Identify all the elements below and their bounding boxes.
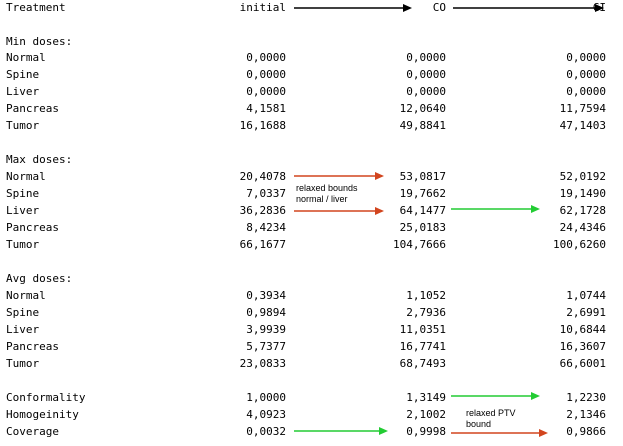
value-ci: 2,6991	[566, 306, 606, 319]
value-ci: 0,0000	[566, 51, 606, 64]
header-ci: CI	[592, 1, 606, 14]
value-initial: 23,0833	[239, 357, 286, 370]
row-label: Normal	[6, 170, 46, 183]
value-initial: 0,9894	[246, 306, 286, 319]
row-label: Tumor	[6, 357, 40, 370]
value-initial: 3,9939	[246, 323, 286, 336]
section-title: Min doses:	[6, 35, 73, 48]
header-co: CO	[432, 1, 446, 14]
annotation-relaxed-ptv: relaxed PTV bound	[466, 408, 516, 429]
value-initial: 7,0337	[246, 187, 286, 200]
value-ci: 11,7594	[559, 102, 606, 115]
value-co: 25,0183	[399, 221, 446, 234]
value-co: 2,1002	[406, 408, 446, 421]
value-co: 0,0000	[406, 85, 446, 98]
value-initial: 36,2836	[239, 204, 286, 217]
value-initial: 0,0000	[246, 68, 286, 81]
row-label: Spine	[6, 68, 40, 81]
value-ci: 2,1346	[566, 408, 606, 421]
value-co: 1,1052	[406, 289, 446, 302]
row-label: Liver	[6, 323, 40, 336]
row-label: Homogeinity	[6, 408, 79, 421]
value-ci: 10,6844	[559, 323, 606, 336]
value-ci: 1,2230	[566, 391, 606, 404]
row-label: Coverage	[6, 425, 59, 438]
value-ci: 1,0744	[566, 289, 606, 302]
value-ci: 0,0000	[566, 85, 606, 98]
value-initial: 16,1688	[239, 119, 286, 132]
value-ci: 66,6001	[559, 357, 606, 370]
row-label: Liver	[6, 85, 40, 98]
value-co: 12,0640	[399, 102, 446, 115]
value-initial: 4,1581	[246, 102, 286, 115]
value-ci: 0,9866	[566, 425, 606, 438]
value-co: 49,8841	[399, 119, 446, 132]
header-initial: initial	[239, 1, 286, 14]
value-initial: 8,4234	[246, 221, 286, 234]
row-label: Pancreas	[6, 102, 59, 115]
dose-table: Treatment initial CO CI Min doses: Normal 0,00…	[0, 0, 623, 446]
row-label: Liver	[6, 204, 40, 217]
value-initial: 0,3934	[246, 289, 286, 302]
row-label: Normal	[6, 51, 46, 64]
row-label: Spine	[6, 306, 40, 319]
value-ci: 19,1490	[559, 187, 606, 200]
value-initial: 4,0923	[246, 408, 286, 421]
value-co: 53,0817	[399, 170, 446, 183]
value-co: 2,7936	[406, 306, 446, 319]
row-label: Pancreas	[6, 221, 59, 234]
row-label: Normal	[6, 289, 46, 302]
header-treatment: Treatment	[6, 1, 66, 14]
value-ci: 0,0000	[566, 68, 606, 81]
value-co: 1,3149	[406, 391, 446, 404]
section-title: Max doses:	[6, 153, 73, 166]
annotation-relaxed-bounds: relaxed bounds normal / liver	[296, 183, 358, 204]
value-co: 11,0351	[399, 323, 446, 336]
value-initial: 66,1677	[239, 238, 286, 251]
value-initial: 20,4078	[239, 170, 286, 183]
section-title: Avg doses:	[6, 272, 73, 285]
value-co: 19,7662	[399, 187, 446, 200]
value-ci: 62,1728	[559, 204, 606, 217]
value-co: 68,7493	[399, 357, 446, 370]
value-ci: 24,4346	[559, 221, 606, 234]
value-initial: 0,0000	[246, 51, 286, 64]
value-ci: 52,0192	[559, 170, 606, 183]
value-co: 0,0000	[406, 68, 446, 81]
value-co: 0,9998	[406, 425, 446, 438]
row-label: Spine	[6, 187, 40, 200]
row-label: Tumor	[6, 238, 40, 251]
value-ci: 47,1403	[559, 119, 606, 132]
value-initial: 0,0000	[246, 85, 286, 98]
value-co: 104,7666	[393, 238, 446, 251]
value-initial: 0,0032	[246, 425, 286, 438]
value-initial: 5,7377	[246, 340, 286, 353]
value-ci: 100,6260	[553, 238, 606, 251]
row-label: Conformality	[6, 391, 86, 404]
row-label: Pancreas	[6, 340, 59, 353]
value-co: 0,0000	[406, 51, 446, 64]
value-co: 64,1477	[399, 204, 446, 217]
value-co: 16,7741	[399, 340, 446, 353]
value-initial: 1,0000	[246, 391, 286, 404]
value-ci: 16,3607	[559, 340, 606, 353]
row-label: Tumor	[6, 119, 40, 132]
